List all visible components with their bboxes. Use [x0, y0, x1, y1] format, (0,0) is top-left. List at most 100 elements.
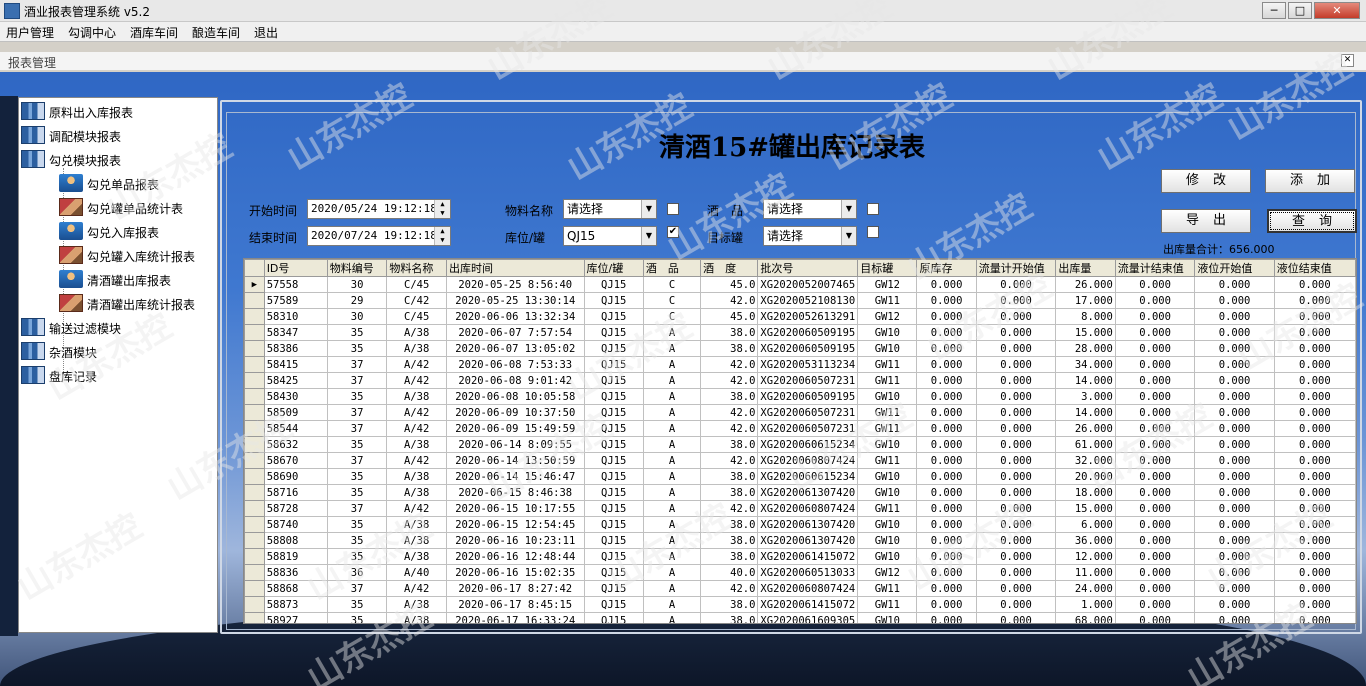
row-indicator[interactable]: [244, 308, 265, 325]
user-icon: [59, 174, 83, 192]
table-row[interactable]: 58927 35 A/38 2020-06-17 16:33:24 QJ15 A 38.0 X…: [244, 612, 1356, 623]
table-row[interactable]: 58670 37 A/42 2020-06-14 13:50:59 QJ15 A 42.0 X…: [244, 452, 1356, 469]
row-indicator[interactable]: [244, 388, 265, 405]
child-close-button[interactable]: ✕: [1341, 54, 1354, 67]
wine-select[interactable]: 请选择 ▼: [763, 199, 857, 219]
row-indicator[interactable]: [244, 436, 265, 453]
table-row[interactable]: 58430 35 A/38 2020-06-08 10:05:58 QJ15 A 38.0 X…: [244, 388, 1356, 405]
material-select[interactable]: 请选择 ▼: [563, 199, 657, 219]
row-indicator[interactable]: [244, 580, 265, 597]
table-cell: XG2020061415072: [757, 548, 859, 565]
tree-node-label: 勾兑罐入库统计报表: [87, 250, 196, 264]
table-row[interactable]: 58740 35 A/38 2020-06-15 12:54:45 QJ15 A 38.0 X…: [244, 516, 1356, 533]
table-row[interactable]: 58716 35 A/38 2020-06-15 8:46:38 QJ15 A 38.0 XG…: [244, 484, 1356, 501]
close-button[interactable]: ✕: [1314, 2, 1360, 19]
row-indicator[interactable]: [244, 372, 265, 389]
table-row[interactable]: 58425 37 A/42 2020-06-08 9:01:42 QJ15 A 42.0 XG…: [244, 372, 1356, 389]
tree-node-label: 勾兑罐单品统计表: [87, 202, 184, 216]
location-checkbox[interactable]: ✔: [667, 226, 679, 238]
end-time-picker[interactable]: 2020/07/24 19:12:18 ▲ ▼: [307, 226, 451, 246]
table-cell: QJ15: [583, 580, 644, 597]
menu-wine-depot[interactable]: 酒库车间: [130, 24, 178, 41]
table-row[interactable]: 58728 37 A/42 2020-06-15 10:17:55 QJ15 A 42.0 X…: [244, 500, 1356, 517]
table-row[interactable]: 58836 36 A/40 2020-06-16 15:02:35 QJ15 A 40.0 X…: [244, 564, 1356, 581]
grid-column-header[interactable]: 出库时间: [445, 259, 585, 277]
spin-updown-icon[interactable]: ▲ ▼: [434, 200, 450, 218]
row-indicator[interactable]: [244, 356, 265, 373]
table-row[interactable]: 58310 30 C/45 2020-06-06 13:32:34 QJ15 C 45.0 X…: [244, 308, 1356, 325]
current-row-arrow-icon[interactable]: ▶: [244, 276, 265, 293]
start-time-picker[interactable]: 2020/05/24 19:12:18 ▲ ▼: [307, 199, 451, 219]
grid-column-header[interactable]: 库位/罐: [583, 259, 644, 277]
menu-exit[interactable]: 退出: [254, 24, 278, 41]
grid-column-header[interactable]: 液位开始值: [1194, 259, 1275, 277]
table-row[interactable]: 58808 35 A/38 2020-06-16 10:23:11 QJ15 A 38.0 X…: [244, 532, 1356, 549]
table-row[interactable]: 58632 35 A/38 2020-06-14 8:09:55 QJ15 A 38.0 XG…: [244, 436, 1356, 453]
row-indicator[interactable]: [244, 532, 265, 549]
table-cell: 0.000: [916, 308, 977, 325]
report-title: 清酒15#罐出库记录表: [659, 133, 925, 163]
table-cell: C/42: [386, 292, 447, 309]
grid-column-header[interactable]: 物料编号: [326, 259, 388, 277]
grid-column-header[interactable]: 出库量: [1055, 259, 1116, 277]
table-row[interactable]: 58415 37 A/42 2020-06-08 7:53:33 QJ15 A 42.0 XG…: [244, 356, 1356, 373]
row-indicator[interactable]: [244, 324, 265, 341]
records-grid[interactable]: ID号 物料编号 物料名称 出库时间 库位/罐酒 品酒 度批次号 目标罐 原库存 流量计开始值…: [243, 258, 1357, 624]
menu-blending-center[interactable]: 勾调中心: [68, 24, 116, 41]
grid-column-header[interactable]: 流量计开始值: [975, 259, 1057, 277]
material-checkbox[interactable]: [667, 203, 679, 215]
chevron-down-icon[interactable]: ▼: [841, 227, 856, 245]
table-row[interactable]: 58873 35 A/38 2020-06-17 8:45:15 QJ15 A 38.0 XG…: [244, 596, 1356, 613]
target-tank-checkbox[interactable]: [867, 226, 879, 238]
spin-updown-icon[interactable]: ▲ ▼: [434, 227, 450, 245]
table-row[interactable]: 58386 35 A/38 2020-06-07 13:05:02 QJ15 A 38.0 X…: [244, 340, 1356, 357]
row-indicator[interactable]: [244, 452, 265, 469]
edit-button[interactable]: 修改: [1161, 169, 1251, 193]
grid-column-header[interactable]: 批次号: [757, 259, 859, 277]
row-indicator[interactable]: [244, 484, 265, 501]
row-indicator[interactable]: [244, 564, 265, 581]
table-row[interactable]: 58868 37 A/42 2020-06-17 8:27:42 QJ15 A 42.0 XG…: [244, 580, 1356, 597]
grid-column-header[interactable]: 液位结束值: [1273, 259, 1356, 277]
wine-checkbox[interactable]: [867, 203, 879, 215]
row-indicator[interactable]: [244, 292, 265, 309]
chevron-down-icon[interactable]: ▼: [841, 200, 856, 218]
grid-column-header[interactable]: 流量计结束值: [1114, 259, 1196, 277]
table-cell: GW10: [857, 324, 918, 341]
row-indicator[interactable]: [244, 612, 265, 623]
target-tank-select[interactable]: 请选择 ▼: [763, 226, 857, 246]
grid-column-header[interactable]: 目标罐: [857, 259, 918, 277]
grid-column-header[interactable]: 原库存: [916, 259, 977, 277]
chevron-down-icon[interactable]: ▼: [641, 227, 656, 245]
row-indicator[interactable]: [244, 420, 265, 437]
row-indicator[interactable]: [244, 548, 265, 565]
table-row[interactable]: 58690 35 A/38 2020-06-14 15:46:47 QJ15 A 38.0 X…: [244, 468, 1356, 485]
grid-column-header[interactable]: 物料名称: [386, 259, 447, 277]
table-row[interactable]: 58819 35 A/38 2020-06-16 12:48:44 QJ15 A 38.0 X…: [244, 548, 1356, 565]
row-indicator[interactable]: [244, 500, 265, 517]
add-button[interactable]: 添加: [1265, 169, 1355, 193]
query-button[interactable]: 查询: [1267, 209, 1357, 233]
table-cell: 0.000: [1114, 388, 1196, 405]
row-indicator[interactable]: [244, 596, 265, 613]
menu-user-management[interactable]: 用户管理: [6, 24, 54, 41]
row-indicator[interactable]: [244, 404, 265, 421]
location-select[interactable]: QJ15 ▼: [563, 226, 657, 246]
table-cell: 0.000: [975, 612, 1057, 623]
maximize-button[interactable]: □: [1288, 2, 1312, 19]
chevron-down-icon[interactable]: ▼: [641, 200, 656, 218]
grid-column-header[interactable]: 酒 品: [642, 259, 702, 277]
menu-brewing-workshop[interactable]: 酿造车间: [192, 24, 240, 41]
row-indicator[interactable]: [244, 468, 265, 485]
table-row[interactable]: 57589 29 C/42 2020-05-25 13:30:14 QJ15 C 42.0 X…: [244, 292, 1356, 309]
minimize-button[interactable]: ─: [1262, 2, 1286, 19]
table-row[interactable]: ▶ 57558 30 C/45 2020-05-25 8:56:40 QJ15 C 45.0 X…: [244, 276, 1356, 293]
table-row[interactable]: 58544 37 A/42 2020-06-09 15:49:59 QJ15 A 42.0 X…: [244, 420, 1356, 437]
row-indicator[interactable]: [244, 516, 265, 533]
table-row[interactable]: 58509 37 A/42 2020-06-09 10:37:50 QJ15 A 42.0 X…: [244, 404, 1356, 421]
grid-column-header[interactable]: 酒 度: [700, 259, 759, 277]
table-row[interactable]: 58347 35 A/38 2020-06-07 7:57:54 QJ15 A 38.0 XG…: [244, 324, 1356, 341]
export-button[interactable]: 导出: [1161, 209, 1251, 233]
grid-column-header[interactable]: ID号: [263, 259, 328, 277]
row-indicator[interactable]: [244, 340, 265, 357]
